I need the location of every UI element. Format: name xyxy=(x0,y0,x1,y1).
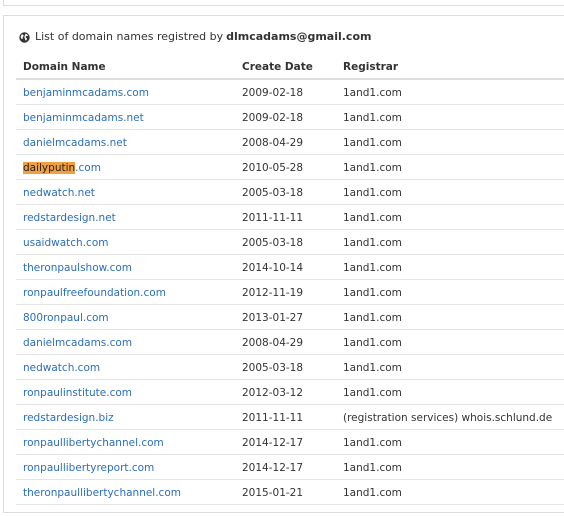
table-row: danielmcadams.net 2008-04-29 1and1.com xyxy=(16,130,564,155)
domain-link[interactable]: ronpaulfreefoundation.com xyxy=(23,287,166,299)
registrar: 1and1.com xyxy=(343,162,402,174)
create-date: 2011-11-11 xyxy=(242,412,304,424)
create-date: 2008-04-29 xyxy=(242,337,304,349)
previous-panel-edge xyxy=(3,0,564,6)
domain-text: benjaminmcadams.net xyxy=(23,112,144,124)
registrar: 1and1.com xyxy=(343,237,402,249)
registrar: 1and1.com xyxy=(343,287,402,299)
panel-title: List of domain names registred by dlmcad… xyxy=(19,30,371,44)
table-row: benjaminmcadams.net 2009-02-18 1and1.com xyxy=(16,105,564,130)
registrar: (registration services) whois.schlund.de xyxy=(343,412,553,424)
domain-link[interactable]: danielmcadams.net xyxy=(23,137,127,149)
create-date: 2013-01-27 xyxy=(242,312,304,324)
table-row: theronpaullibertychannel.com 2015-01-21 … xyxy=(16,480,564,505)
domain-link[interactable]: nedwatch.com xyxy=(23,362,100,374)
create-date: 2012-03-12 xyxy=(242,387,304,399)
table-row: nedwatch.com 2005-03-18 1and1.com xyxy=(16,355,564,380)
registrar: 1and1.com xyxy=(343,112,402,124)
registrar: 1and1.com xyxy=(343,437,402,449)
domain-link[interactable]: theronpaullibertychannel.com xyxy=(23,487,181,499)
registrar: 1and1.com xyxy=(343,362,402,374)
domain-link[interactable]: danielmcadams.com xyxy=(23,337,132,349)
domain-text: ronpaullibertychannel.com xyxy=(23,437,164,449)
domain-link[interactable]: benjaminmcadams.com xyxy=(23,87,149,99)
table-row: ronpaulinstitute.com 2012-03-12 1and1.co… xyxy=(16,380,564,405)
globe-icon xyxy=(19,31,30,43)
domain-text: danielmcadams.net xyxy=(23,137,127,149)
registrar: 1and1.com xyxy=(343,187,402,199)
domain-link[interactable]: usaidwatch.com xyxy=(23,237,108,249)
domain-text: theronpaullibertychannel.com xyxy=(23,487,181,499)
create-date: 2009-02-18 xyxy=(242,87,304,99)
table-row: ronpaullibertyreport.com 2014-12-17 1and… xyxy=(16,455,564,480)
domain-text: ronpaullibertyreport.com xyxy=(23,462,155,474)
header-create-date: Create Date xyxy=(242,61,313,73)
create-date: 2015-01-21 xyxy=(242,487,304,499)
domain-link[interactable]: 800ronpaul.com xyxy=(23,312,109,324)
domain-text: nedwatch.net xyxy=(23,187,95,199)
create-date: 2014-12-17 xyxy=(242,437,304,449)
create-date: 2005-03-18 xyxy=(242,362,304,374)
registrar: 1and1.com xyxy=(343,487,402,499)
registrar: 1and1.com xyxy=(343,337,402,349)
domain-link[interactable]: ronpaulinstitute.com xyxy=(23,387,132,399)
domain-text: redstardesign.net xyxy=(23,212,116,224)
header-domain-name: Domain Name xyxy=(23,61,106,73)
table-row: 800ronpaul.com 2013-01-27 1and1.com xyxy=(16,305,564,330)
table-row: redstardesign.net 2011-11-11 1and1.com xyxy=(16,205,564,230)
domain-text: nedwatch.com xyxy=(23,362,101,374)
table-row: redstardesign.biz 2011-11-11 (registrati… xyxy=(16,405,564,430)
registrar: 1and1.com xyxy=(343,262,402,274)
create-date: 2014-12-17 xyxy=(242,462,304,474)
domain-link[interactable]: ronpaullibertychannel.com xyxy=(23,437,164,449)
table-row: benjaminmcadams.com 2009-02-18 1and1.com xyxy=(16,80,564,105)
table-row: danielmcadams.com 2008-04-29 1and1.com xyxy=(16,330,564,355)
table-row: theronpaulshow.com 2014-10-14 1and1.com xyxy=(16,255,564,280)
registrar: 1and1.com xyxy=(343,387,402,399)
domain-text: redstardesign.biz xyxy=(23,412,114,424)
domain-text: usaidwatch.com xyxy=(23,237,109,249)
domain-text: theronpaulshow.com xyxy=(23,262,133,274)
registrar: 1and1.com xyxy=(343,137,402,149)
create-date: 2005-03-18 xyxy=(242,237,304,249)
table-row: ronpaulfreefoundation.com 2012-11-19 1an… xyxy=(16,280,564,305)
domain-link[interactable]: dailyputin.com xyxy=(23,162,101,174)
domain-text: danielmcadams.com xyxy=(23,337,133,349)
domain-list-panel: List of domain names registred by dlmcad… xyxy=(3,15,564,513)
create-date: 2008-04-29 xyxy=(242,137,304,149)
domain-text: .com xyxy=(75,162,101,174)
registrar: 1and1.com xyxy=(343,212,402,224)
domain-link[interactable]: benjaminmcadams.net xyxy=(23,112,144,124)
header-registrar: Registrar xyxy=(343,61,399,73)
domain-link[interactable]: redstardesign.biz xyxy=(23,412,114,424)
table-header: Domain Name Create Date Registrar xyxy=(16,54,564,80)
owner-email: dlmcadams@gmail.com xyxy=(226,30,372,43)
registrar: 1and1.com xyxy=(343,462,402,474)
domain-link[interactable]: theronpaulshow.com xyxy=(23,262,132,274)
domain-link[interactable]: redstardesign.net xyxy=(23,212,116,224)
domain-table-body: benjaminmcadams.com 2009-02-18 1and1.com… xyxy=(16,80,564,505)
create-date: 2010-05-28 xyxy=(242,162,304,174)
table-row: dailyputin.com 2010-05-28 1and1.com xyxy=(16,155,564,180)
domain-text: benjaminmcadams.com xyxy=(23,87,149,99)
registrar: 1and1.com xyxy=(343,312,402,324)
panel-title-text: List of domain names registred by xyxy=(35,30,224,43)
create-date: 2014-10-14 xyxy=(242,262,304,274)
create-date: 2009-02-18 xyxy=(242,112,304,124)
search-highlight: dailyputin xyxy=(23,162,76,174)
create-date: 2011-11-11 xyxy=(242,212,304,224)
domain-link[interactable]: nedwatch.net xyxy=(23,187,95,199)
table-row: nedwatch.net 2005-03-18 1and1.com xyxy=(16,180,564,205)
table-row: usaidwatch.com 2005-03-18 1and1.com xyxy=(16,230,564,255)
table-row: ronpaullibertychannel.com 2014-12-17 1an… xyxy=(16,430,564,455)
domain-text: ronpaulfreefoundation.com xyxy=(23,287,166,299)
domain-link[interactable]: ronpaullibertyreport.com xyxy=(23,462,154,474)
domain-text: 800ronpaul.com xyxy=(23,312,109,324)
create-date: 2005-03-18 xyxy=(242,187,304,199)
create-date: 2012-11-19 xyxy=(242,287,304,299)
registrar: 1and1.com xyxy=(343,87,402,99)
domain-text: ronpaulinstitute.com xyxy=(23,387,133,399)
